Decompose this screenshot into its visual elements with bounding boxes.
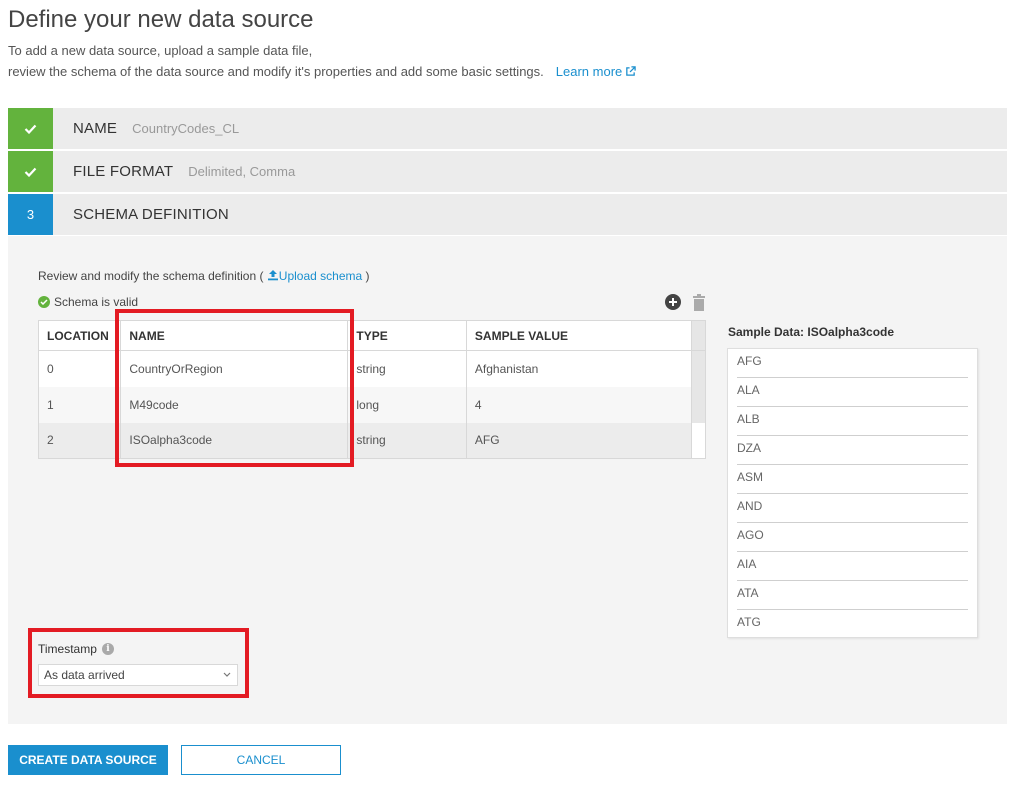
scrollbar-track[interactable]: [691, 350, 706, 387]
learn-more-link[interactable]: Learn more: [556, 64, 636, 79]
step-file-format[interactable]: FILE FORMAT Delimited, Comma: [8, 151, 1007, 192]
description-line-2: review the schema of the data source and…: [8, 61, 636, 82]
list-item: DZA: [737, 436, 968, 465]
highlight-box-name-column: [115, 309, 354, 467]
list-item: ASM: [737, 465, 968, 494]
description-line-1: To add a new data source, upload a sampl…: [8, 43, 313, 58]
cell-sample-value: AFG: [466, 422, 692, 459]
list-item: ALB: [737, 407, 968, 436]
list-item: AGO: [737, 523, 968, 552]
step-name[interactable]: NAME CountryCodes_CL: [8, 108, 1007, 149]
column-header-type[interactable]: TYPE: [347, 320, 467, 351]
step-value: CountryCodes_CL: [132, 121, 240, 136]
step-title: FILE FORMAT: [73, 163, 174, 180]
schema-valid-status: Schema is valid: [38, 295, 138, 309]
cell-sample-value: 4: [466, 386, 692, 423]
sample-data-title: Sample Data: ISOalpha3code: [728, 325, 895, 339]
column-header-sample-value[interactable]: SAMPLE VALUE: [466, 320, 692, 351]
highlight-box-timestamp: [28, 628, 249, 698]
upload-schema-link[interactable]: Upload schema: [267, 269, 366, 283]
page-description: To add a new data source, upload a sampl…: [8, 40, 636, 82]
step-value: Delimited, Comma: [188, 164, 296, 179]
step-schema-definition[interactable]: 3 SCHEMA DEFINITION: [8, 194, 1007, 235]
page-title: Define your new data source: [8, 6, 314, 33]
check-circle-icon: [38, 296, 50, 308]
checkmark-icon: [24, 167, 37, 177]
cell-type[interactable]: string: [347, 350, 467, 387]
scrollbar[interactable]: [691, 320, 706, 351]
cancel-button[interactable]: CANCEL: [181, 745, 341, 775]
cell-type[interactable]: string: [347, 422, 467, 459]
list-item: AND: [737, 494, 968, 523]
list-item: ATA: [737, 581, 968, 610]
cell-location: 0: [38, 350, 122, 387]
list-item: AFG: [737, 349, 968, 378]
upload-icon: [267, 270, 278, 281]
list-item: AIA: [737, 552, 968, 581]
step-complete-badge: [8, 151, 53, 192]
delete-icon[interactable]: [692, 294, 706, 311]
create-data-source-button[interactable]: CREATE DATA SOURCE: [8, 745, 168, 775]
list-item: ATG: [737, 615, 761, 629]
checkmark-icon: [24, 124, 37, 134]
scrollbar-track-empty: [691, 422, 707, 459]
list-item: ALA: [737, 378, 968, 407]
sample-data-list[interactable]: AFG ALA ALB DZA ASM AND AGO AIA ATA ATG: [727, 348, 978, 638]
schema-review-text: Review and modify the schema definition …: [38, 269, 370, 283]
external-link-icon: [626, 66, 636, 76]
step-complete-badge: [8, 108, 53, 149]
step-number-badge: 3: [8, 194, 53, 235]
cell-location: 2: [38, 422, 122, 459]
add-column-icon[interactable]: [665, 294, 681, 310]
step-title: SCHEMA DEFINITION: [73, 206, 229, 223]
cell-type[interactable]: long: [347, 386, 467, 423]
step-title: NAME: [73, 120, 118, 137]
scrollbar-track[interactable]: [691, 386, 706, 423]
cell-sample-value: Afghanistan: [466, 350, 692, 387]
cell-location: 1: [38, 386, 122, 423]
column-header-location[interactable]: LOCATION: [38, 320, 122, 351]
